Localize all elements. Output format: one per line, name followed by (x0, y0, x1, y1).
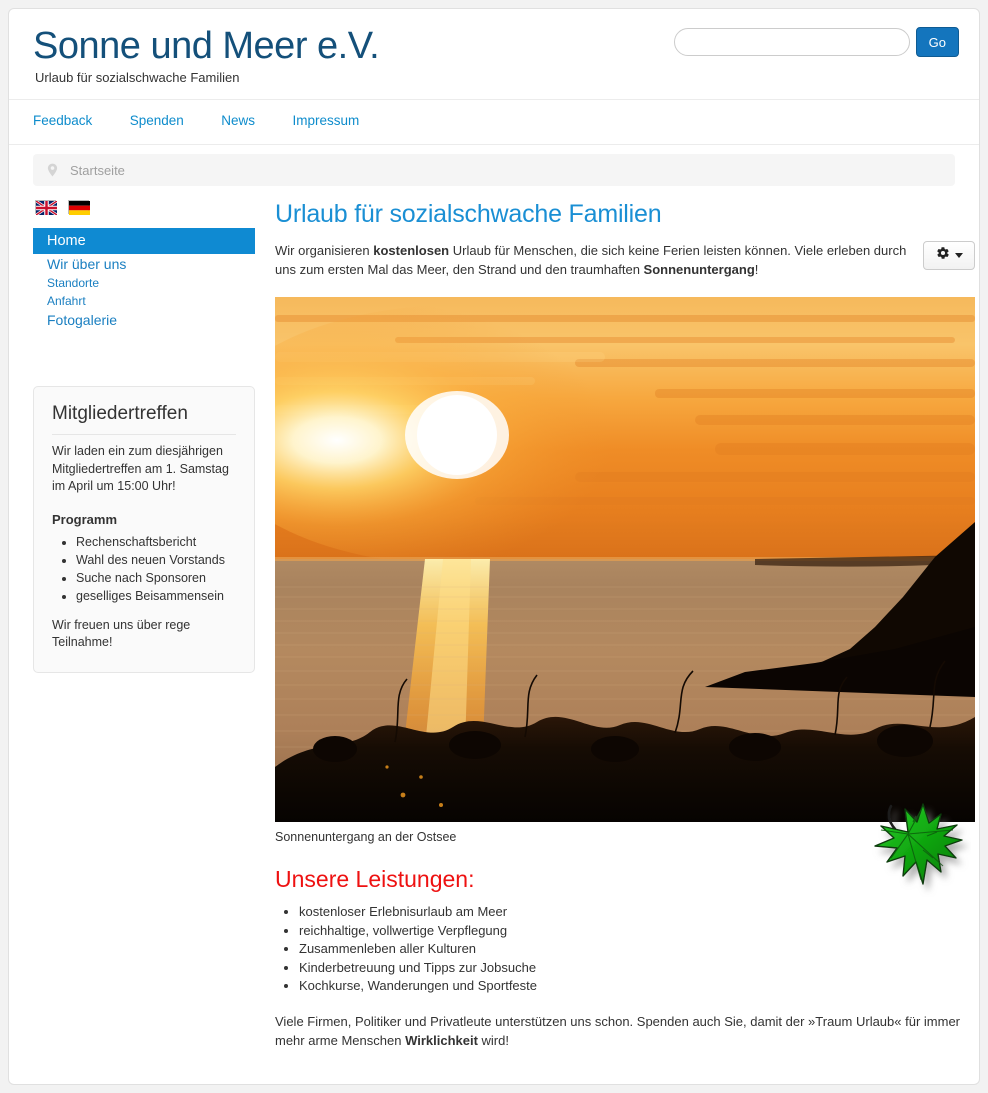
sidebar: Home Wir über uns Standorte Anfahrt Foto… (33, 199, 255, 1050)
closing-bold1: Wirklichkeit (405, 1032, 478, 1048)
closing-paragraph: Viele Firmen, Politiker und Privatleute … (275, 1012, 975, 1050)
body-area: Home Wir über uns Standorte Anfahrt Foto… (9, 186, 979, 1050)
list-item: kostenloser Erlebnisurlaub am Meer (299, 903, 975, 922)
sidebar-info-box: Mitgliedertreffen Wir laden ein zum dies… (33, 386, 255, 673)
gear-icon (936, 246, 950, 265)
search-input[interactable] (673, 28, 910, 56)
list-item: Zusammenleben aller Kulturen (299, 940, 975, 959)
page-container: Sonne und Meer e.V. Urlaub für sozialsch… (8, 8, 980, 1085)
topnav-item-news[interactable]: News (221, 113, 255, 128)
flag-de-icon[interactable] (68, 200, 90, 215)
list-item: Rechenschaftsbericht (76, 533, 236, 551)
list-item: geselliges Beisammensein (76, 587, 236, 605)
language-switcher (35, 199, 255, 217)
sidebar-box-paragraph: Wir laden ein zum diesjährigen Mitgliede… (52, 444, 229, 493)
sidebar-link-fotogalerie[interactable]: Fotogalerie (33, 310, 255, 330)
sunset-illustration (275, 297, 975, 822)
sidebar-link-wir-ueber-uns[interactable]: Wir über uns (33, 254, 255, 274)
breadcrumb-current: Startseite (70, 162, 125, 178)
search-go-button[interactable]: Go (915, 27, 959, 57)
top-navigation: Feedback Spenden News Impressum (9, 99, 979, 145)
sidebar-box-closing: Wir freuen uns über rege Teilnahme! (52, 617, 191, 650)
list-item: Kochkurse, Wanderungen und Sportfeste (299, 977, 975, 996)
site-header: Sonne und Meer e.V. Urlaub für sozialsch… (9, 9, 979, 99)
intro-bold2: Sonnenuntergang (643, 262, 755, 277)
breadcrumb: Startseite (33, 154, 955, 186)
sidebar-item-fotogalerie: Fotogalerie (33, 310, 255, 330)
page-title: Urlaub für sozialschwache Familien (275, 200, 662, 228)
sidebar-item-wir-ueber-uns: Wir über uns (33, 254, 255, 274)
hero-sunset-image (275, 297, 975, 822)
chevron-down-icon (954, 253, 963, 258)
list-item: Wahl des neuen Vorstands (76, 551, 236, 569)
sidebar-box-list: Rechenschaftsbericht Wahl des neuen Vors… (52, 533, 236, 605)
sidebar-item-standorte: Standorte (33, 274, 255, 292)
sidebar-link-home[interactable]: Home (33, 228, 255, 254)
sidebar-navigation: Home Wir über uns Standorte Anfahrt Foto… (33, 228, 255, 330)
topnav-item-spenden[interactable]: Spenden (130, 113, 184, 128)
flag-uk-icon[interactable] (35, 199, 58, 217)
sidebar-box-heading: Mitgliedertreffen (52, 403, 236, 435)
sidebar-box-subheading: Programm (52, 511, 118, 527)
topnav-item-impressum[interactable]: Impressum (292, 113, 359, 128)
sidebar-link-standorte[interactable]: Standorte (33, 274, 255, 292)
sidebar-item-anfahrt: Anfahrt (33, 292, 255, 310)
intro-bold1: kostenlosen (373, 243, 450, 258)
list-item: Suche nach Sponsoren (76, 569, 236, 587)
main-content: Urlaub für sozialschwache Familien Wir o… (255, 200, 975, 1050)
list-item: Kinderbetreuung und Tipps zur Jobsuche (299, 959, 975, 978)
intro-paragraph: Wir organisieren kostenlosen Urlaub für … (275, 241, 923, 279)
map-pin-icon (47, 163, 58, 177)
leaf-icon (874, 803, 963, 885)
intro-row: Wir organisieren kostenlosen Urlaub für … (275, 241, 975, 279)
closing-part2: wird! (477, 1032, 509, 1048)
sidebar-item-home: Home (33, 228, 255, 254)
topnav-item-feedback[interactable]: Feedback (33, 113, 92, 128)
settings-dropdown-button[interactable] (923, 241, 975, 270)
intro-part1: Wir organisieren (275, 243, 374, 258)
site-subtitle: Urlaub für sozialschwache Familien (35, 70, 240, 85)
list-item: reichhaltige, vollwertige Verpflegung (299, 922, 975, 941)
breadcrumb-wrapper: Startseite (9, 145, 979, 186)
services-list: kostenloser Erlebnisurlaub am Meer reich… (275, 903, 975, 996)
intro-part3: ! (754, 262, 759, 277)
closing-part1: Viele Firmen, Politiker und Privatleute … (275, 1013, 961, 1048)
sidebar-link-anfahrt[interactable]: Anfahrt (33, 292, 255, 310)
search-area: Go (673, 27, 959, 57)
maple-leaf-image (861, 792, 971, 897)
